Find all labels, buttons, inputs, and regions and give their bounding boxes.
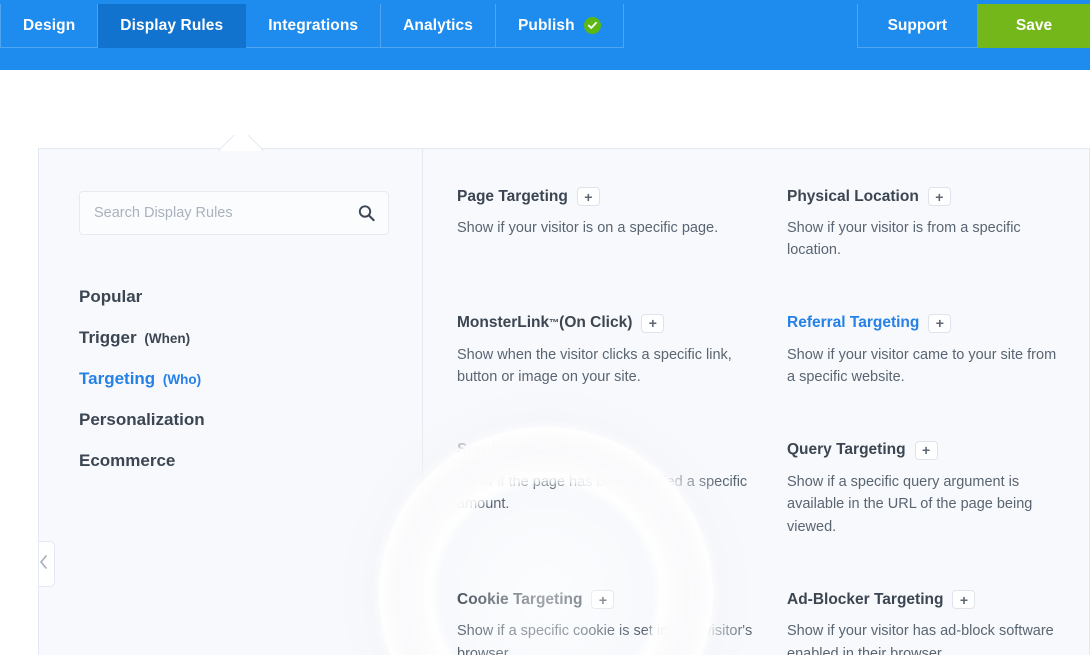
rule-title-text: Scroll Distance xyxy=(457,441,569,459)
tab-publish[interactable]: Publish xyxy=(495,4,624,48)
tab-label: Display Rules xyxy=(120,16,224,34)
rule-card-monsterlink: MonsterLink ™ (On Click) + Show when the … xyxy=(457,313,777,389)
add-rule-button[interactable]: + xyxy=(927,187,951,206)
tab-analytics[interactable]: Analytics xyxy=(381,4,496,48)
rule-card-cookie-targeting: Cookie Targeting + Show if a specific co… xyxy=(457,590,777,655)
rule-title[interactable]: Query Targeting + xyxy=(787,440,1065,460)
rule-title[interactable]: Physical Location + xyxy=(787,187,1065,206)
rule-title[interactable]: MonsterLink ™ (On Click) + xyxy=(457,313,753,333)
rules-grid: Page Targeting + Show if your visitor is… xyxy=(457,187,1089,655)
panel-pointer-notch xyxy=(202,135,278,151)
check-circle-icon xyxy=(583,17,601,34)
rules-category-nav: Popular Trigger (When) Targeting (Who) P… xyxy=(79,287,382,471)
add-rule-button[interactable]: + xyxy=(928,313,952,333)
header-actions: Support Save xyxy=(856,4,1090,48)
rules-sidebar: Popular Trigger (When) Targeting (Who) P… xyxy=(39,149,423,655)
rule-title[interactable]: Scroll Distance + xyxy=(457,440,753,460)
sidebar-item-label: Ecommerce xyxy=(79,451,176,470)
sidebar-item-personalization[interactable]: Personalization xyxy=(79,410,382,430)
sidebar-collapse-button[interactable] xyxy=(39,541,55,587)
sidebar-item-ecommerce[interactable]: Ecommerce xyxy=(79,451,382,471)
tab-label: Analytics xyxy=(403,16,473,34)
rule-description: Show if a specific query argument is ava… xyxy=(787,473,1033,535)
rule-description: Show if your visitor is on a specific pa… xyxy=(457,220,719,236)
rule-card-ad-blocker-targeting: Ad-Blocker Targeting + Show if your visi… xyxy=(787,590,1089,655)
rule-title-text: Page Targeting xyxy=(457,187,568,205)
rule-title-text: Cookie Targeting xyxy=(457,590,583,608)
rule-title-text: Physical Location xyxy=(787,187,919,205)
rule-title[interactable]: Ad-Blocker Targeting + xyxy=(787,590,1065,610)
top-header-bar: Design Display Rules Integrations Analyt… xyxy=(0,0,1090,70)
rule-title[interactable]: Cookie Targeting + xyxy=(457,590,753,610)
rule-title-text: Ad-Blocker Targeting xyxy=(787,590,944,608)
rule-description: Show if your visitor came to your site f… xyxy=(787,346,1057,386)
save-button[interactable]: Save xyxy=(978,4,1090,48)
rule-title-text: Query Targeting xyxy=(787,441,906,459)
search-input[interactable] xyxy=(79,191,389,235)
add-rule-button[interactable]: + xyxy=(578,440,601,460)
add-rule-button[interactable]: + xyxy=(641,313,665,333)
main-tab-bar: Design Display Rules Integrations Analyt… xyxy=(0,4,624,48)
tab-label: Design xyxy=(23,16,76,34)
add-rule-button[interactable]: + xyxy=(576,187,600,206)
rule-description: Show if your visitor is from a specific … xyxy=(787,220,1021,259)
sidebar-item-trigger[interactable]: Trigger (When) xyxy=(79,328,382,348)
rule-description: Show if a specific cookie is set in your… xyxy=(457,623,753,655)
sidebar-item-label: Popular xyxy=(79,287,143,306)
rule-title[interactable]: Page Targeting + xyxy=(457,187,753,206)
rule-description: Show when the visitor clicks a specific … xyxy=(457,346,732,386)
rule-card-scroll-distance: Scroll Distance + Show if the page has b… xyxy=(457,440,777,538)
rule-card-referral-targeting: Referral Targeting + Show if your visito… xyxy=(787,313,1089,389)
add-rule-button[interactable]: + xyxy=(952,590,976,610)
rule-description: Show if your visitor has ad-block softwa… xyxy=(787,623,1054,655)
rule-description: Show if the page has been scrolled a spe… xyxy=(457,473,748,513)
rule-card-page-targeting: Page Targeting + Show if your visitor is… xyxy=(457,187,777,262)
sidebar-item-qualifier: (When) xyxy=(144,331,191,346)
tab-label: Integrations xyxy=(268,16,359,34)
sidebar-item-qualifier: (Who) xyxy=(162,372,202,387)
rule-card-physical-location: Physical Location + Show if your visitor… xyxy=(787,187,1089,262)
rule-title-suffix: (On Click) xyxy=(559,314,633,332)
support-label: Support xyxy=(887,16,947,34)
chevron-left-icon xyxy=(39,554,48,574)
sidebar-item-label: Personalization xyxy=(79,410,205,429)
rules-content-area: Page Targeting + Show if your visitor is… xyxy=(423,149,1089,655)
save-label: Save xyxy=(1015,17,1053,34)
sidebar-item-popular[interactable]: Popular xyxy=(79,287,382,307)
panel-body: Popular Trigger (When) Targeting (Who) P… xyxy=(39,149,1089,655)
add-rule-button[interactable]: + xyxy=(914,440,938,460)
sidebar-item-label: Trigger xyxy=(79,328,137,347)
tab-display-rules[interactable]: Display Rules xyxy=(98,4,247,48)
add-rule-button[interactable]: + xyxy=(591,590,615,610)
search-display-rules xyxy=(79,191,389,235)
tab-integrations[interactable]: Integrations xyxy=(246,4,382,48)
rule-card-query-targeting: Query Targeting + Show if a specific que… xyxy=(787,440,1089,538)
app-root: Design Display Rules Integrations Analyt… xyxy=(0,0,1090,655)
rule-title-text: MonsterLink xyxy=(457,314,550,332)
sidebar-item-label: Targeting xyxy=(79,369,156,388)
tab-design[interactable]: Design xyxy=(0,4,99,48)
sidebar-item-targeting[interactable]: Targeting (Who) xyxy=(79,369,382,389)
tab-label: Publish xyxy=(517,16,575,34)
display-rules-panel: Popular Trigger (When) Targeting (Who) P… xyxy=(38,148,1090,655)
support-button[interactable]: Support xyxy=(856,4,978,48)
trademark-icon: ™ xyxy=(549,317,560,329)
rule-title-text: Referral Targeting xyxy=(787,314,920,332)
rule-title[interactable]: Referral Targeting + xyxy=(787,313,1065,333)
